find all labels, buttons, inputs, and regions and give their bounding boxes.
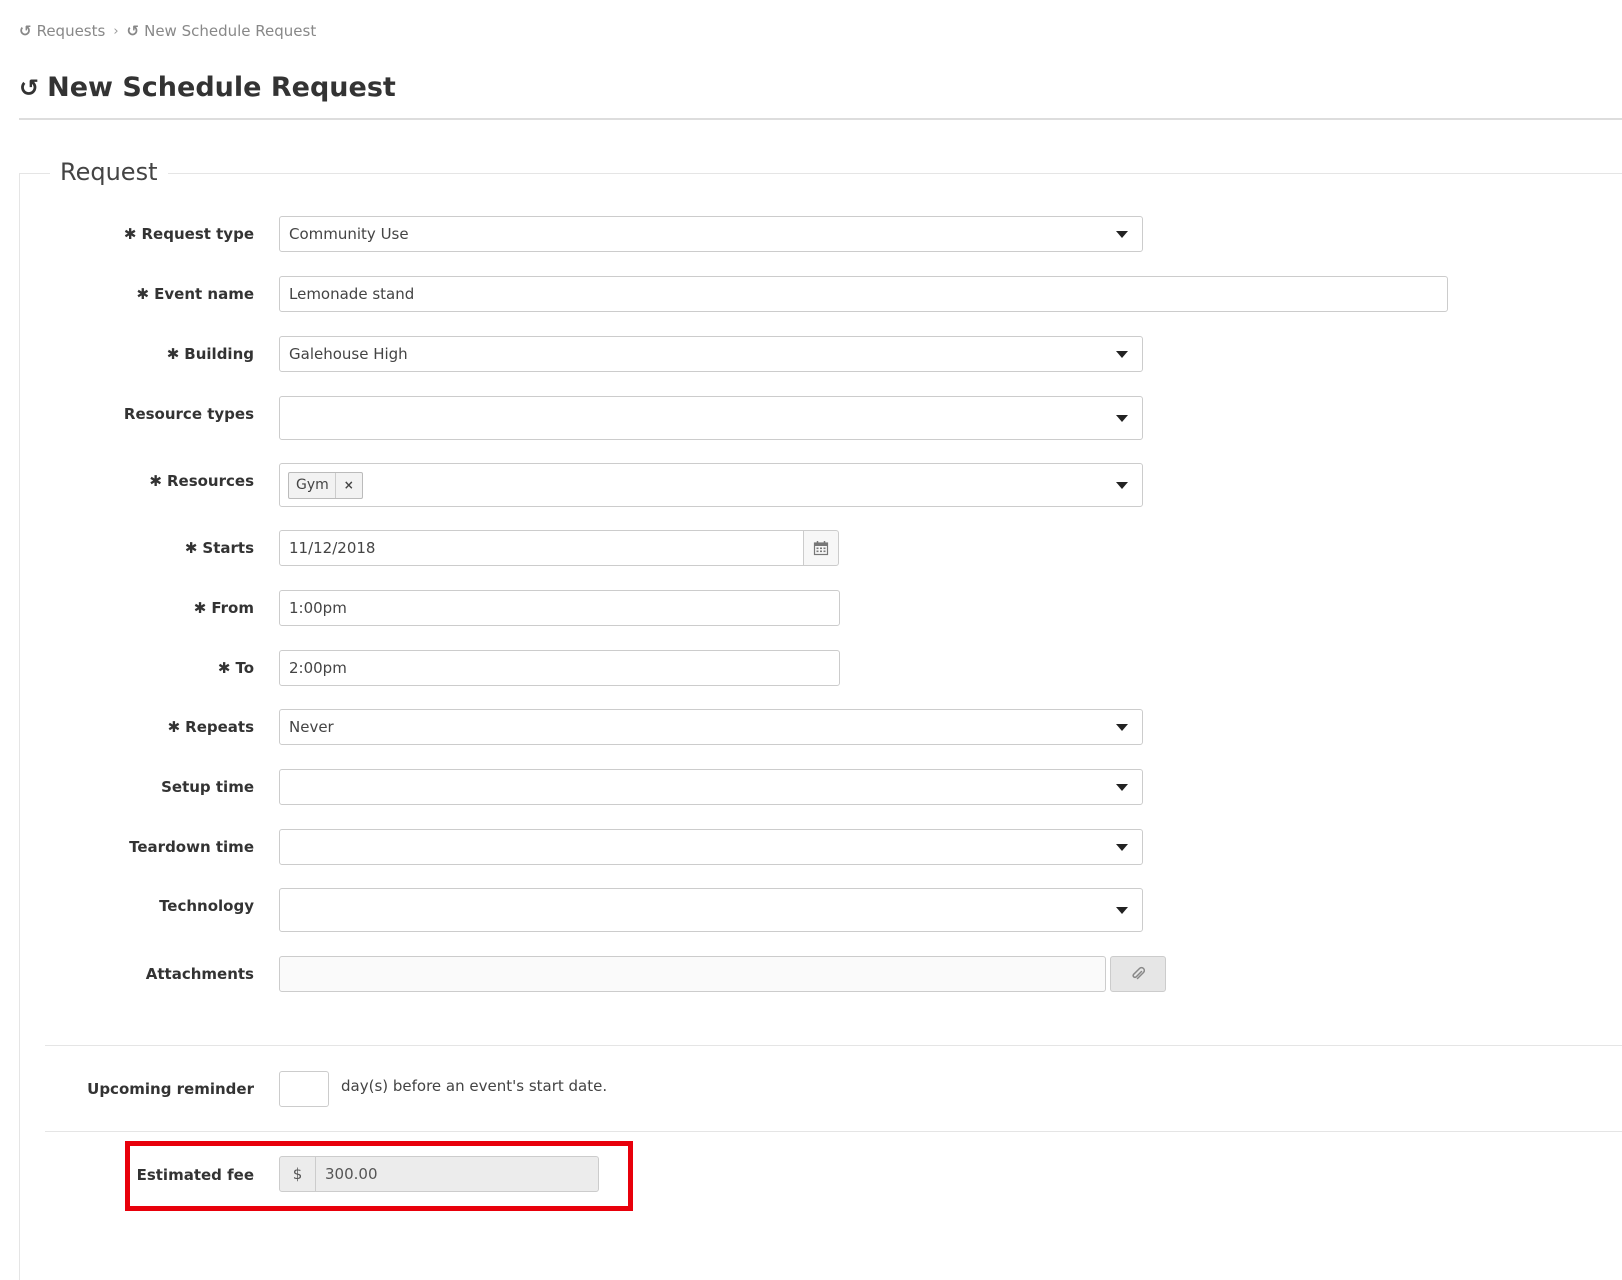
- event-name-label: ✱ Event name: [136, 285, 254, 303]
- history-icon: ↺: [19, 73, 40, 102]
- caret-down-icon: [1116, 482, 1128, 489]
- event-name-value: Lemonade stand: [289, 285, 415, 303]
- setup-time-label: Setup time: [161, 778, 254, 796]
- fieldset-legend: Request: [50, 158, 168, 186]
- required-icon: ✱: [193, 599, 207, 617]
- section-divider: [45, 1045, 1622, 1046]
- caret-down-icon: [1116, 907, 1128, 914]
- teardown-time-select[interactable]: [279, 829, 1143, 865]
- building-select[interactable]: Galehouse High: [279, 336, 1143, 372]
- starts-label: ✱ Starts: [184, 539, 254, 557]
- to-label: ✱ To: [217, 659, 254, 677]
- section-divider: [45, 1131, 1622, 1132]
- fieldset-border: [19, 173, 20, 1280]
- repeats-label: ✱ Repeats: [167, 718, 254, 736]
- caret-down-icon: [1116, 784, 1128, 791]
- repeats-value: Never: [289, 718, 334, 736]
- required-icon: ✱: [149, 472, 162, 490]
- calendar-icon: [813, 541, 829, 556]
- required-icon: ✱: [123, 225, 137, 243]
- breadcrumb-requests-link[interactable]: Requests: [37, 22, 106, 40]
- to-time-input[interactable]: 2:00pm: [279, 650, 840, 686]
- page-title-text: New Schedule Request: [47, 72, 396, 103]
- setup-time-select[interactable]: [279, 769, 1143, 805]
- history-icon: ↺: [19, 22, 32, 40]
- caret-down-icon: [1116, 351, 1128, 358]
- caret-down-icon: [1116, 231, 1128, 238]
- technology-select[interactable]: [279, 888, 1143, 932]
- required-icon: ✱: [184, 539, 198, 557]
- request-type-value: Community Use: [289, 225, 409, 243]
- resource-types-label: Resource types: [123, 405, 254, 423]
- title-divider: [19, 118, 1622, 120]
- required-icon: ✱: [166, 345, 180, 363]
- history-icon: ↺: [126, 22, 140, 40]
- required-icon: ✱: [136, 285, 150, 303]
- required-icon: ✱: [167, 718, 181, 736]
- remove-tag-icon[interactable]: ×: [336, 473, 362, 498]
- building-label: ✱ Building: [166, 345, 254, 363]
- repeats-select[interactable]: Never: [279, 709, 1143, 745]
- calendar-button[interactable]: [803, 530, 839, 566]
- from-value: 1:00pm: [289, 599, 347, 617]
- paperclip-icon: [1132, 966, 1145, 980]
- attachments-label: Attachments: [145, 965, 254, 983]
- resources-multiselect[interactable]: Gym ×: [279, 463, 1143, 507]
- resource-tag: Gym ×: [288, 471, 363, 499]
- resource-tag-label: Gym: [289, 472, 336, 498]
- building-value: Galehouse High: [289, 345, 408, 363]
- page-title: ↺ New Schedule Request: [19, 72, 396, 103]
- event-name-input[interactable]: Lemonade stand: [279, 276, 1448, 312]
- teardown-time-label: Teardown time: [129, 838, 254, 856]
- fieldset-border: [19, 173, 1622, 174]
- caret-down-icon: [1116, 724, 1128, 731]
- request-type-select[interactable]: Community Use: [279, 216, 1143, 252]
- attachments-input[interactable]: [279, 956, 1106, 992]
- breadcrumb-separator: ›: [113, 23, 119, 39]
- resources-label: ✱ Resources: [149, 472, 254, 490]
- starts-value: 11/12/2018: [289, 539, 376, 557]
- reminder-hint: day(s) before an event's start date.: [341, 1077, 608, 1095]
- from-time-input[interactable]: 1:00pm: [279, 590, 840, 626]
- caret-down-icon: [1116, 415, 1128, 422]
- starts-date-input[interactable]: 11/12/2018: [279, 530, 804, 566]
- required-icon: ✱: [217, 659, 231, 677]
- technology-label: Technology: [159, 897, 254, 915]
- upcoming-reminder-label: Upcoming reminder: [87, 1080, 254, 1098]
- reminder-days-input[interactable]: [279, 1071, 329, 1107]
- highlight-annotation-box: [125, 1141, 633, 1211]
- request-type-label: ✱ Request type: [123, 225, 254, 243]
- breadcrumb-current: New Schedule Request: [144, 22, 317, 40]
- to-value: 2:00pm: [289, 659, 347, 677]
- from-label: ✱ From: [193, 599, 254, 617]
- attach-file-button[interactable]: [1110, 956, 1166, 992]
- caret-down-icon: [1116, 844, 1128, 851]
- breadcrumb: ↺ Requests › ↺ New Schedule Request: [19, 22, 316, 40]
- resource-types-select[interactable]: [279, 396, 1143, 440]
